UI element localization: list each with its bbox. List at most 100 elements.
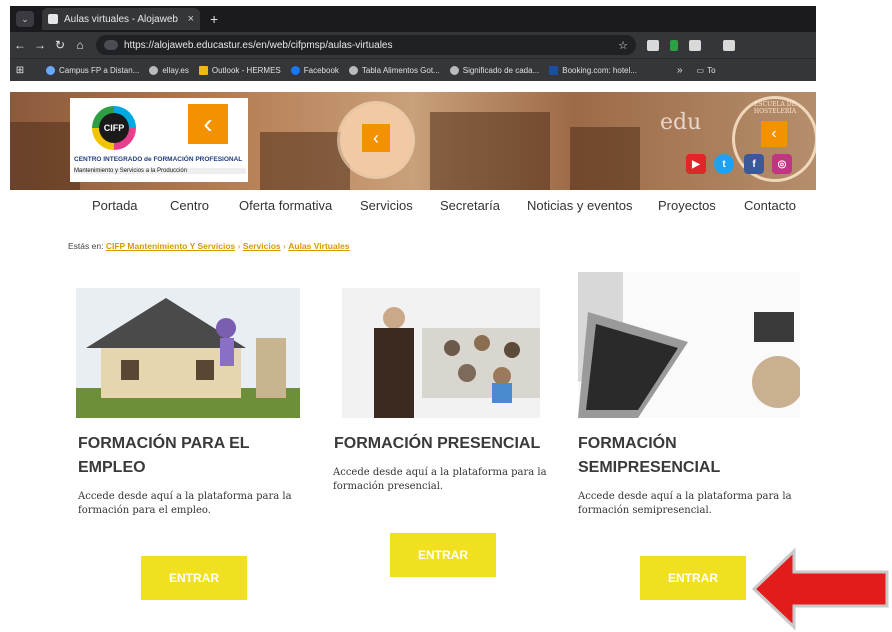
breadcrumb-link[interactable]: Servicios: [243, 241, 281, 251]
cifp-circle-logo: CIFP: [92, 106, 136, 150]
bookmark-label: ellay.es: [162, 65, 189, 75]
bookmark-star-icon[interactable]: ☆: [618, 39, 628, 52]
logo-caption: CENTRO INTEGRADO de FORMACIÓN PROFESIONA…: [74, 156, 243, 163]
bookmark-item[interactable]: Outlook - HERMES: [198, 65, 281, 75]
breadcrumb-separator: ›: [283, 241, 286, 251]
breadcrumb: Estás en: CIFP Mantenimiento Y Servicios…: [68, 241, 350, 251]
entrar-button-semipresencial[interactable]: ENTRAR: [640, 556, 746, 600]
nav-item-servicios[interactable]: Servicios: [360, 198, 413, 213]
cifp-logo[interactable]: CIFP ‹ CENTRO INTEGRADO de FORMACIÓN PRO…: [70, 98, 248, 182]
center-emblem: ‹: [340, 104, 412, 176]
outlook-icon: [198, 65, 208, 75]
nav-item-proyectos[interactable]: Proyectos: [658, 198, 716, 213]
card-desc-line: formación para el empleo.: [78, 505, 211, 516]
globe-icon: [348, 65, 358, 75]
bookmark-label: Significado de cada...: [462, 65, 540, 75]
apps-grid-icon[interactable]: ⊞: [10, 65, 30, 76]
card-desc-line: Accede desde aquí a la plataforma para l…: [333, 467, 547, 478]
nav-item-contacto[interactable]: Contacto: [744, 198, 796, 213]
booking-icon: [549, 65, 559, 75]
educastur-text: edu: [660, 110, 702, 135]
url-text[interactable]: https://alojaweb.educastur.es/en/web/cif…: [124, 40, 618, 51]
close-tab-icon[interactable]: ×: [188, 13, 194, 25]
breadcrumb-separator: ›: [237, 241, 241, 251]
card-desc-semipresencial: Accede desde aquí a la plataforma para l…: [578, 490, 792, 518]
bookmark-label: Campus FP a Distan...: [59, 65, 140, 75]
back-icon[interactable]: ←: [10, 38, 30, 52]
reload-icon[interactable]: ↻: [50, 38, 70, 52]
card-title-line: FORMACIÓN: [578, 435, 677, 452]
card-title-line: EMPLEO: [78, 459, 146, 476]
entrar-button-presencial[interactable]: ENTRAR: [390, 533, 496, 577]
site-info-icon[interactable]: [104, 40, 118, 50]
site-favicon-icon: [48, 14, 58, 24]
bookmarks-overflow-button[interactable]: »: [677, 65, 683, 76]
logo-subcaption: Mantenimiento y Servicios a la Producció…: [74, 168, 246, 174]
cifp-logo-text: CIFP: [99, 113, 129, 143]
bookmark-item[interactable]: Campus FP a Distan...: [46, 65, 140, 75]
card-title-semipresencial: FORMACIÓN SEMIPRESENCIAL: [578, 432, 720, 480]
tab-search-button[interactable]: ⌄: [16, 11, 34, 27]
bookmark-label: Booking.com: hotel...: [562, 65, 637, 75]
extensions-puzzle-icon[interactable]: [689, 39, 701, 51]
youtube-icon[interactable]: ▶: [686, 154, 706, 174]
address-bar-row: ← → ↻ ⌂ https://alojaweb.educastur.es/en…: [10, 32, 816, 58]
bookmark-label: Outlook - HERMES: [211, 65, 281, 75]
nav-item-oferta-formativa[interactable]: Oferta formativa: [239, 198, 332, 213]
bookmark-item[interactable]: Significado de cada...: [449, 65, 540, 75]
facebook-icon[interactable]: f: [744, 154, 764, 174]
card-title-line: FORMACIÓN PARA EL: [78, 435, 250, 452]
tab-title: Aulas virtuales - Alojaweb: [64, 13, 178, 25]
bookmark-item[interactable]: ellay.es: [149, 65, 189, 75]
school-logo-icon: ‹: [362, 124, 390, 152]
home-icon[interactable]: ⌂: [70, 38, 90, 52]
laptop-illustration: [578, 272, 800, 418]
building-graphic: [260, 132, 350, 190]
breadcrumb-prefix: Estás en:: [68, 241, 104, 251]
classroom-illustration: [374, 307, 540, 418]
bookmark-folder-label[interactable]: To: [707, 66, 715, 75]
card-title-presencial: FORMACIÓN PRESENCIAL: [334, 432, 540, 456]
building-graphic: [430, 112, 550, 190]
facebook-icon: [290, 65, 300, 75]
seal-text: ESCUELA DE HOSTELERÍA: [753, 101, 797, 115]
instagram-icon[interactable]: ◎: [772, 154, 792, 174]
entrar-button-empleo[interactable]: ENTRAR: [141, 556, 247, 600]
breadcrumb-link[interactable]: CIFP Mantenimiento Y Servicios: [106, 241, 235, 251]
building-graphic: [570, 127, 640, 190]
browser-window: ⌄ Aulas virtuales - Alojaweb × + ← → ↻ ⌂…: [10, 6, 816, 81]
bookmark-item[interactable]: Booking.com: hotel...: [549, 65, 637, 75]
card-desc-line: formación presencial.: [333, 481, 444, 492]
folder-icon[interactable]: ▭: [697, 66, 705, 75]
bookmark-item[interactable]: Facebook: [290, 65, 339, 75]
new-tab-button[interactable]: +: [210, 11, 218, 27]
bookmark-favicon-icon: [46, 65, 55, 75]
breadcrumb-link[interactable]: Aulas Virtuales: [288, 241, 349, 251]
tab-bar: ⌄ Aulas virtuales - Alojaweb × +: [10, 6, 816, 32]
extension-icon[interactable]: [647, 39, 659, 51]
presencial-image[interactable]: [342, 288, 540, 418]
nav-item-centro[interactable]: Centro: [170, 198, 209, 213]
card-desc-empleo: Accede desde aquí a la plataforma para l…: [78, 490, 292, 518]
semipresencial-image[interactable]: [578, 272, 800, 418]
globe-icon: [449, 65, 459, 75]
bookmarks-bar: ⊞ Campus FP a Distan... ellay.es Outlook…: [10, 58, 816, 81]
card-title-line: SEMIPRESENCIAL: [578, 459, 721, 476]
nav-item-portada[interactable]: Portada: [92, 198, 138, 213]
card-title-line: FORMACIÓN PRESENCIAL: [334, 435, 541, 452]
browser-tab[interactable]: Aulas virtuales - Alojaweb ×: [42, 8, 200, 30]
empleo-image[interactable]: [76, 288, 300, 418]
bookmark-item[interactable]: Tabla Alimentos Got...: [348, 65, 440, 75]
nav-item-secretaria[interactable]: Secretaría: [440, 198, 500, 213]
nav-item-noticias[interactable]: Noticias y eventos: [527, 198, 633, 213]
address-bar[interactable]: https://alojaweb.educastur.es/en/web/cif…: [96, 35, 636, 55]
card-desc-line: Accede desde aquí a la plataforma para l…: [578, 491, 792, 502]
extension-green-icon[interactable]: [670, 39, 678, 51]
card-desc-line: formación semipresencial.: [578, 505, 712, 516]
header-banner: CIFP ‹ CENTRO INTEGRADO de FORMACIÓN PRO…: [10, 92, 816, 190]
forward-icon[interactable]: →: [30, 38, 50, 52]
twitter-icon[interactable]: t: [714, 154, 734, 174]
profile-icon[interactable]: [723, 39, 735, 51]
school-logo-icon: ‹: [188, 104, 228, 144]
school-logo-icon: ‹: [761, 121, 787, 147]
